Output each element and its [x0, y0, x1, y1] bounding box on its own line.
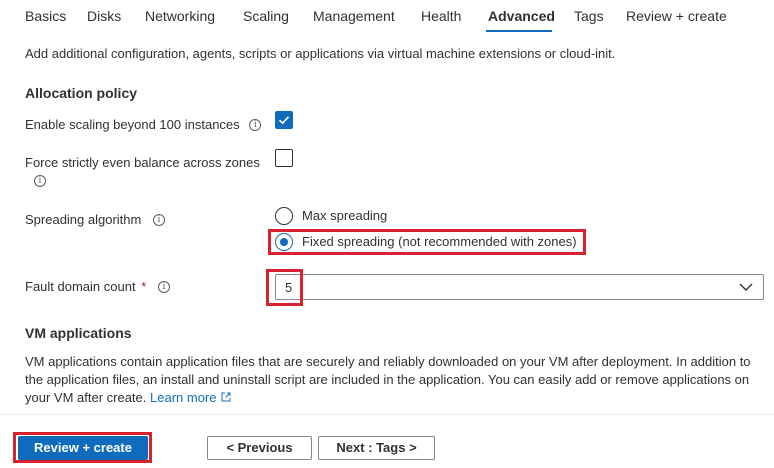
- info-icon[interactable]: i: [152, 213, 165, 226]
- vm-applications-description-text: VM applications contain application file…: [25, 354, 751, 405]
- footer-divider: [0, 414, 774, 415]
- fault-domain-label: Fault domain count * i: [25, 279, 170, 294]
- required-marker: *: [141, 279, 147, 294]
- checkmark-icon: [278, 116, 290, 125]
- external-link-icon: [221, 392, 230, 402]
- tab-management[interactable]: Management: [313, 8, 395, 24]
- tab-basics[interactable]: Basics: [25, 8, 66, 24]
- intro-text: Add additional configuration, agents, sc…: [25, 46, 616, 61]
- radio-button[interactable]: [275, 233, 293, 251]
- next-tags-button[interactable]: Next : Tags >: [318, 436, 435, 460]
- tab-tags[interactable]: Tags: [574, 8, 604, 24]
- spreading-algorithm-label: Spreading algorithm i: [25, 212, 165, 227]
- previous-button[interactable]: < Previous: [207, 436, 312, 460]
- even-balance-label: Force strictly even balance across zones: [25, 155, 260, 170]
- scaling-beyond-label-text: Enable scaling beyond 100 instances: [25, 117, 240, 132]
- active-tab-indicator: [486, 30, 552, 32]
- fault-domain-label-text: Fault domain count: [25, 279, 136, 294]
- tab-advanced[interactable]: Advanced: [488, 8, 555, 24]
- tab-bar: Basics Disks Networking Scaling Manageme…: [0, 0, 774, 34]
- info-icon[interactable]: i: [34, 175, 46, 187]
- allocation-policy-title: Allocation policy: [25, 85, 138, 101]
- scaling-beyond-checkbox[interactable]: [275, 111, 293, 129]
- learn-more-link[interactable]: Learn more: [150, 390, 230, 405]
- tab-review-create[interactable]: Review + create: [626, 8, 727, 24]
- radio-label: Max spreading: [302, 208, 388, 223]
- radio-label: Fixed spreading (not recommended with zo…: [302, 234, 577, 249]
- learn-more-text: Learn more: [150, 390, 217, 405]
- fault-domain-dropdown[interactable]: 5: [275, 274, 764, 300]
- review-create-button[interactable]: Review + create: [18, 436, 148, 460]
- info-icon[interactable]: i: [249, 118, 262, 131]
- tab-scaling[interactable]: Scaling: [243, 8, 289, 24]
- scaling-beyond-label: Enable scaling beyond 100 instances i: [25, 117, 262, 132]
- tab-disks[interactable]: Disks: [87, 8, 121, 24]
- vm-applications-description: VM applications contain application file…: [25, 353, 765, 407]
- info-icon[interactable]: i: [157, 280, 170, 293]
- tab-networking[interactable]: Networking: [145, 8, 215, 24]
- vm-applications-title: VM applications: [25, 325, 132, 341]
- fault-domain-value: 5: [285, 280, 293, 295]
- radio-button[interactable]: [275, 207, 293, 225]
- chevron-down-icon: [739, 283, 753, 291]
- spreading-algorithm-label-text: Spreading algorithm: [25, 212, 142, 227]
- tab-health[interactable]: Health: [421, 8, 461, 24]
- even-balance-checkbox[interactable]: [275, 149, 293, 167]
